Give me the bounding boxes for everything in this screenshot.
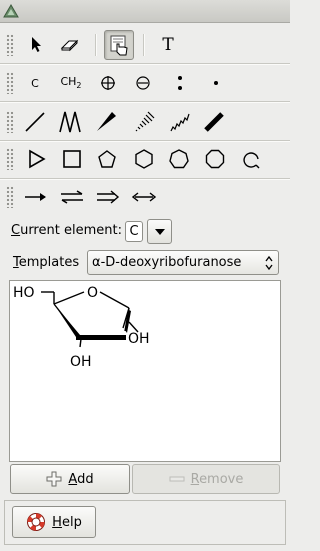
wavy-bond-icon: [170, 113, 190, 132]
ch2-group-button[interactable]: CH2: [56, 68, 86, 98]
toolbar-divider: [0, 63, 290, 65]
octagon-ring-button[interactable]: [200, 144, 230, 174]
eraser-tool-button[interactable]: [55, 30, 85, 60]
template-tool-button[interactable]: [104, 30, 134, 60]
lone-pair-icon: [178, 76, 182, 90]
triangle-ring-icon: [29, 149, 46, 169]
select-tool-button[interactable]: [22, 30, 52, 60]
element-dropdown-button[interactable]: [147, 219, 172, 244]
toolbar-grip[interactable]: [6, 34, 14, 56]
toolbar-divider: [0, 101, 290, 103]
help-button[interactable]: Help: [12, 506, 96, 538]
reaction-arrow-icon: [25, 193, 46, 201]
equilibrium-arrow-button[interactable]: [57, 182, 87, 212]
ch2-label: CH2: [60, 75, 82, 91]
double-arrow-icon: [97, 190, 120, 204]
chain-button[interactable]: [55, 107, 85, 137]
templates-combo[interactable]: α-D-deoxyribofuranose: [87, 250, 279, 275]
templates-label: Templates: [13, 255, 80, 270]
app-icon[interactable]: [3, 4, 19, 18]
minus-icon: [169, 476, 185, 482]
remove-button-label: Remove: [190, 471, 244, 487]
cycle-chain-icon: [243, 152, 260, 169]
select-arrow-icon: [32, 37, 41, 52]
single-bond-icon: [25, 112, 45, 132]
heptagon-ring-button[interactable]: [164, 144, 194, 174]
molecule-label: HO: [13, 285, 35, 301]
carbon-atom-button[interactable]: C: [20, 68, 50, 98]
single-bond-button[interactable]: [20, 107, 50, 137]
toolbar-row-3: [0, 107, 290, 137]
remove-button[interactable]: Remove: [132, 464, 280, 494]
molecule-label: O: [87, 285, 98, 301]
hash-bond-button[interactable]: [129, 107, 159, 137]
square-ring-icon: [63, 150, 81, 168]
plus-icon: [46, 471, 62, 487]
toolbar-grip[interactable]: [6, 72, 14, 94]
help-button-label: Help: [52, 514, 82, 530]
toolbar-divider: [0, 140, 290, 142]
triangle-ring-button[interactable]: [21, 144, 51, 174]
combo-arrows-icon: [265, 255, 273, 271]
molecule-label: OH: [128, 331, 150, 347]
molecule-drawing: HO O OH OH: [13, 285, 150, 370]
bold-bond-icon: [204, 112, 224, 132]
toolbar-separator: [143, 34, 145, 56]
toolbar-divider: [0, 178, 290, 180]
toolbar-row-4: [0, 144, 290, 174]
bold-bond-button[interactable]: [199, 107, 229, 137]
hexagon-ring-icon: [135, 149, 153, 169]
toolbar-grip[interactable]: [6, 111, 14, 133]
radical-button[interactable]: [201, 68, 231, 98]
wedge-bond-button[interactable]: [91, 107, 121, 137]
current-element-label: Current element:: [11, 223, 122, 238]
carbon-label: C: [31, 76, 39, 90]
templates-selected: α-D-deoxyribofuranose: [92, 255, 242, 270]
cycle-chain-button[interactable]: [236, 144, 266, 174]
title-bar: [0, 0, 290, 23]
reaction-arrow-button[interactable]: [21, 182, 51, 212]
wavy-bond-button[interactable]: [165, 107, 195, 137]
pentagon-ring-icon: [98, 150, 116, 168]
charge-plus-icon: [101, 76, 115, 90]
negative-charge-button[interactable]: [128, 68, 158, 98]
resonance-arrow-icon: [132, 192, 156, 202]
positive-charge-button[interactable]: [93, 68, 123, 98]
toolbar-separator: [95, 34, 97, 56]
add-button-label: Add: [68, 471, 94, 487]
pentagon-ring-button[interactable]: [92, 144, 122, 174]
toolbar-row-2: C CH2: [0, 68, 290, 98]
retrosynthesis-arrow-button[interactable]: [93, 182, 123, 212]
radical-icon: [214, 81, 218, 85]
template-preview[interactable]: HO O OH OH: [9, 280, 281, 462]
wedge-bond-icon: [97, 112, 116, 131]
charge-minus-icon: [136, 76, 150, 90]
square-ring-button[interactable]: [57, 144, 87, 174]
chevron-down-icon: [154, 228, 165, 235]
hexagon-ring-button[interactable]: [129, 144, 159, 174]
equilibrium-arrow-icon: [61, 190, 83, 204]
heptagon-ring-icon: [169, 149, 189, 169]
toolbar-row-5: [0, 182, 290, 212]
molecule-label: OH: [70, 354, 92, 370]
lone-pair-button[interactable]: [165, 68, 195, 98]
text-tool-button[interactable]: T: [153, 30, 183, 60]
lifebuoy-icon: [27, 513, 46, 531]
current-element-value[interactable]: C: [125, 221, 143, 242]
toolbar-grip[interactable]: [6, 148, 14, 170]
chain-icon: [59, 111, 81, 133]
text-tool-icon: T: [162, 35, 174, 55]
toolbar-grip[interactable]: [6, 186, 14, 208]
toolbar-row-1: T: [0, 30, 290, 60]
eraser-icon: [60, 39, 79, 52]
octagon-ring-icon: [205, 149, 225, 169]
template-hand-icon: [110, 35, 128, 56]
add-button[interactable]: Add: [10, 464, 130, 494]
hash-bond-icon: [135, 111, 155, 132]
resonance-arrow-button[interactable]: [129, 182, 159, 212]
